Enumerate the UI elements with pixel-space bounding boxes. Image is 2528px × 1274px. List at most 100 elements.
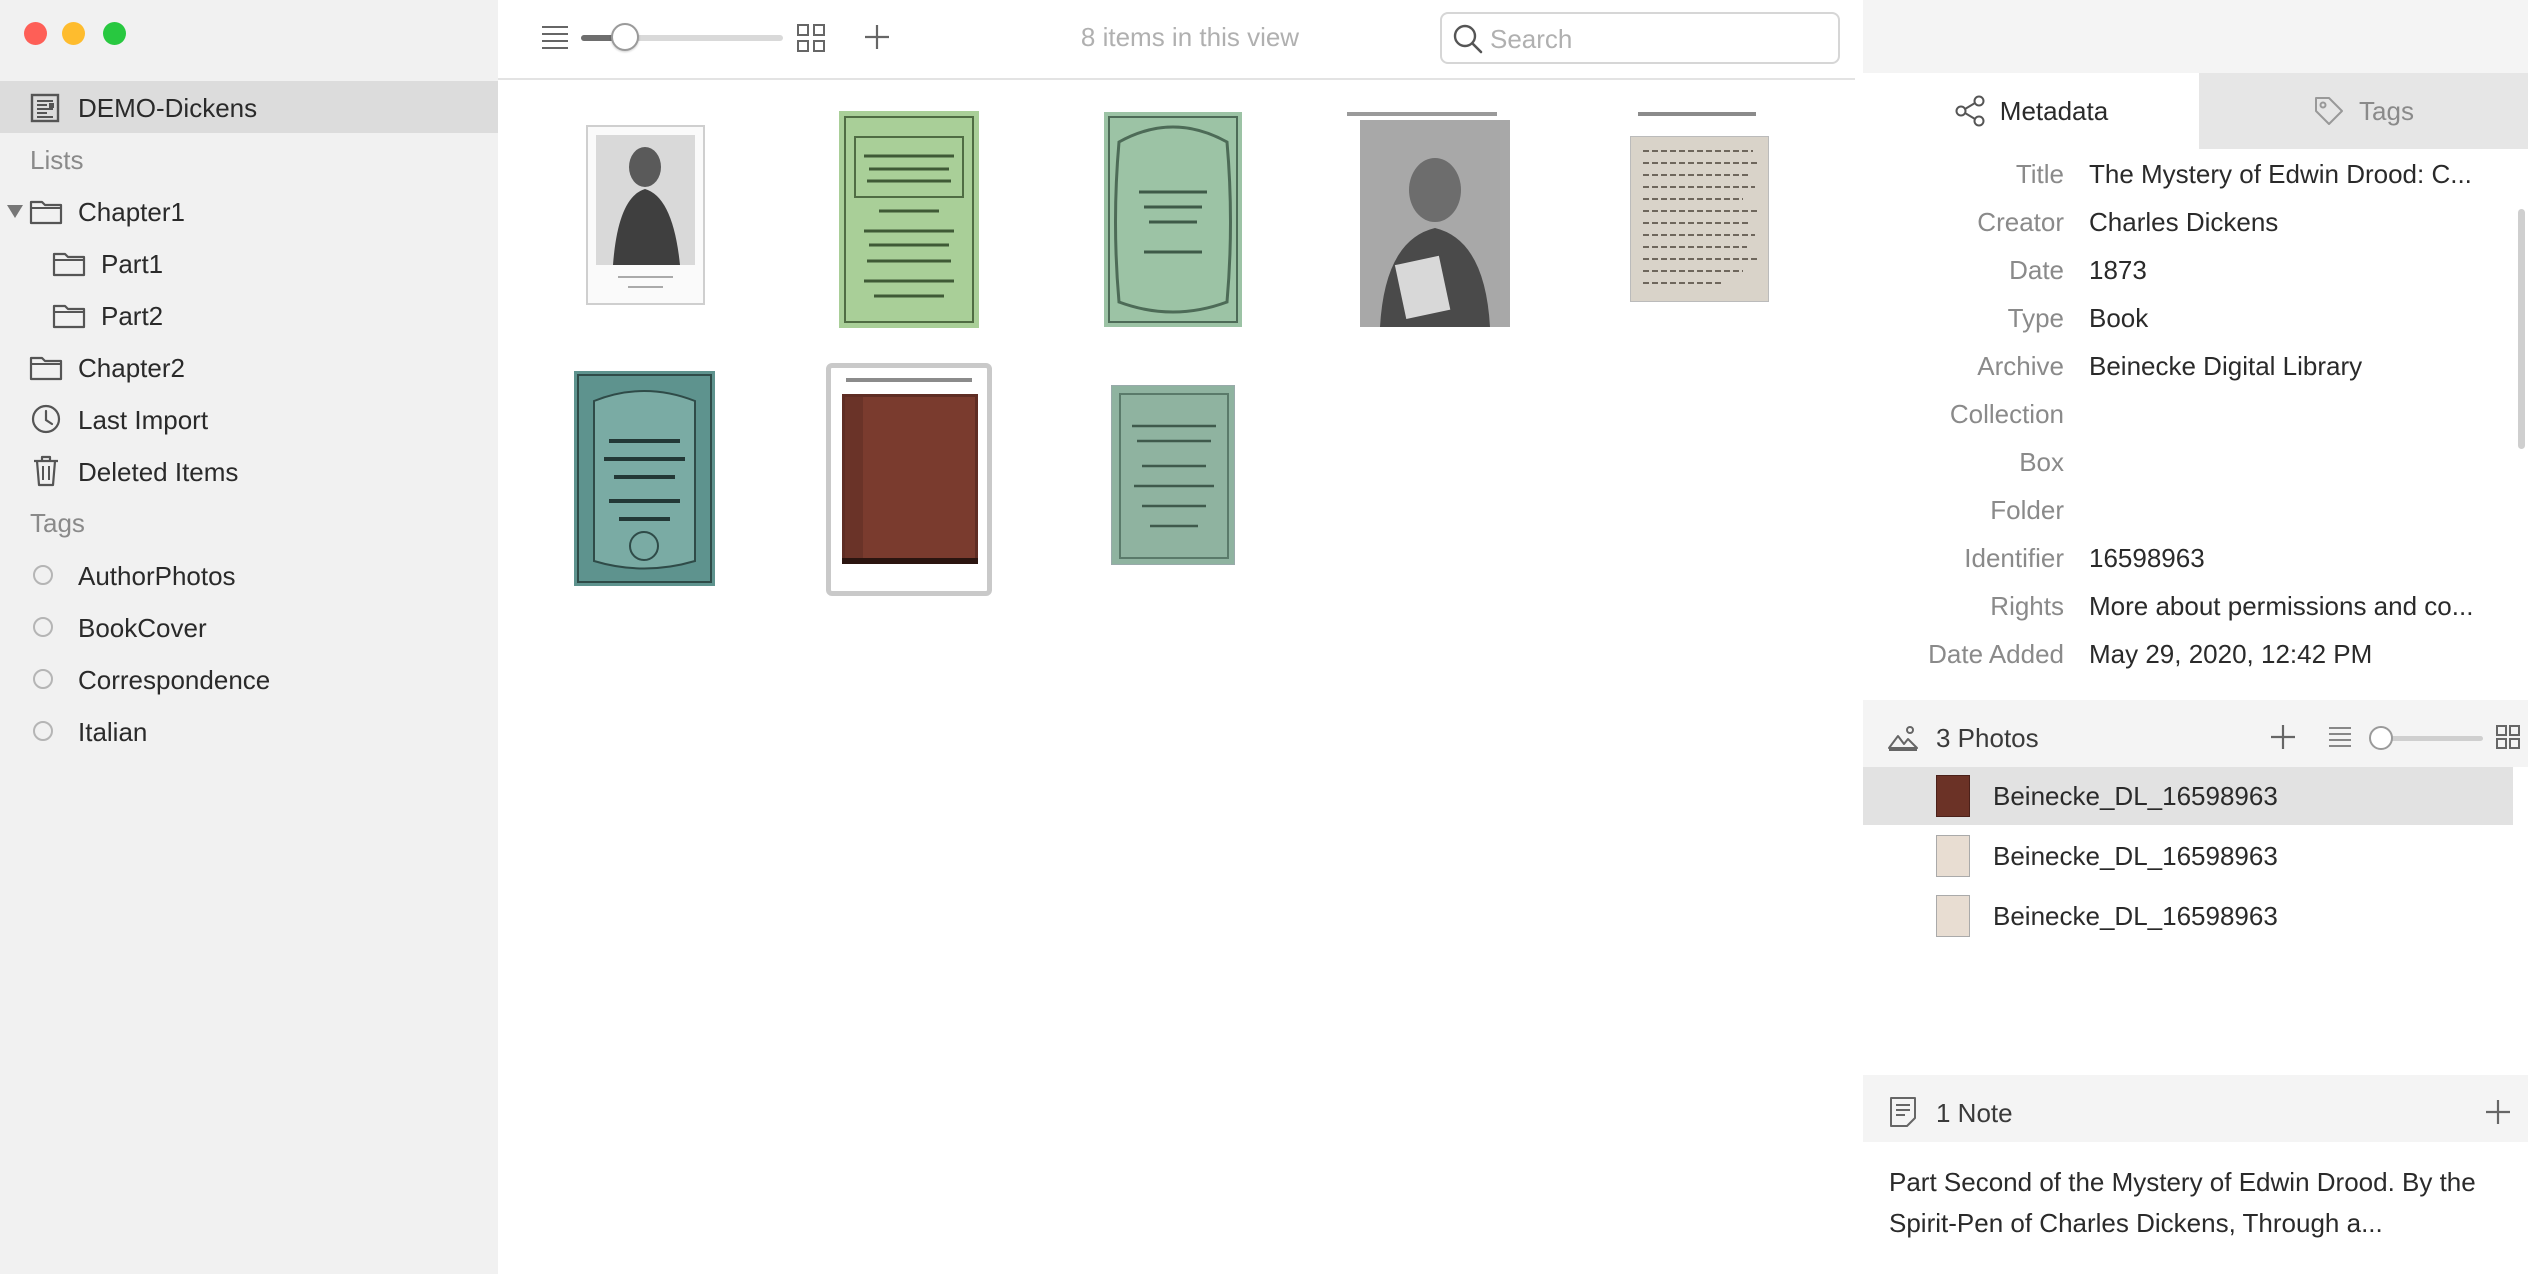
add-photo-icon[interactable] [2268,722,2298,752]
sidebar-item-part2[interactable]: Part2 [0,289,498,341]
sidebar-item-label: BookCover [78,613,207,643]
tag-circle-icon [33,669,53,689]
metadata-key: Collection [1949,399,2064,429]
item-thumbnail-selected[interactable] [826,363,992,596]
lists-heading: Lists [30,145,84,175]
disclosure-triangle-icon[interactable] [7,205,23,218]
sidebar-item-label: AuthorPhotos [78,561,236,591]
sidebar-tag-italian[interactable]: Italian [0,705,498,757]
sidebar-tag-bookcover[interactable]: BookCover [0,601,498,653]
metadata-row-date-added[interactable]: Date Added May 29, 2020, 12:42 PM [1863,639,2528,687]
green-ornate-cover-image [1108,116,1238,323]
metadata-key: Identifier [1964,543,2064,573]
tab-tags-label: Tags [2359,95,2414,126]
search-field[interactable] [1440,12,1840,64]
item-thumbnail[interactable] [839,111,979,328]
green-pamphlet-image [1119,393,1229,559]
sidebar-item-label: Part2 [101,301,164,331]
metadata-value[interactable]: Beinecke Digital Library [2089,351,2494,382]
sidebar-tag-correspondence[interactable]: Correspondence [0,653,498,705]
photo-zoom-slider-knob[interactable] [2369,726,2393,750]
handwritten-letter-image [1643,150,1758,284]
sidebar-item-last-import[interactable]: Last Import [0,393,498,445]
photo-name: Beinecke_DL_16598963 [1993,901,2278,931]
green-drood-cover-image [577,374,712,583]
sidebar-item-part1[interactable]: Part1 [0,237,498,289]
metadata-key: Archive [1977,351,2064,381]
notes-header: 1 Note [1863,1082,2528,1142]
metadata-value[interactable]: Book [2089,303,2494,334]
metadata-row-type[interactable]: Type Book [1863,303,2528,351]
item-thumbnail[interactable] [1111,385,1235,565]
photo-list-item[interactable]: Beinecke_DL_16598963 [1863,887,2513,945]
sidebar-item-label: Last Import [78,405,209,435]
inspector-top-bar [1863,0,2528,74]
photos-list: Beinecke_DL_16598963 Beinecke_DL_1659896… [1863,767,2528,1075]
items-count: 8 items in this view [1080,22,1300,52]
tab-metadata[interactable]: Metadata [1863,73,2199,149]
metadata-row-creator[interactable]: Creator Charles Dickens [1863,207,2528,255]
metadata-key: Date Added [1928,639,2064,669]
photo-list-item[interactable]: Beinecke_DL_16598963 [1863,767,2513,825]
sidebar-item-chapter2[interactable]: Chapter2 [0,341,498,393]
item-thumbnail[interactable] [1630,136,1769,302]
metadata-row-archive[interactable]: Archive Beinecke Digital Library [1863,351,2528,399]
note-preview[interactable]: Part Second of the Mystery of Edwin Droo… [1863,1142,2528,1274]
photo-thumbnail [1936,835,1970,877]
photo-list-view-icon[interactable] [2327,725,2353,749]
metadata-value[interactable]: 1873 [2089,255,2494,286]
tab-tags[interactable]: Tags [2199,73,2528,149]
metadata-value[interactable]: 16598963 [2089,543,2494,574]
add-note-icon[interactable] [2483,1097,2513,1127]
metadata-row-identifier[interactable]: Identifier 16598963 [1863,543,2528,591]
photos-icon [1887,722,1919,752]
close-window-button[interactable] [24,22,47,45]
clock-icon [30,403,62,435]
stack-indicator [846,378,972,382]
item-thumbnail[interactable] [1104,112,1242,327]
metadata-value[interactable]: May 29, 2020, 12:42 PM [2089,639,2494,670]
sidebar-item-deleted-items[interactable]: Deleted Items [0,445,498,497]
metadata-value[interactable]: Charles Dickens [2089,207,2494,238]
tag-circle-icon [33,721,53,741]
metadata-row-box[interactable]: Box [1863,447,2528,495]
tag-circle-icon [33,565,53,585]
add-item-icon[interactable] [862,22,892,52]
metadata-value[interactable]: More about permissions and co... [2089,591,2494,622]
sidebar-tag-authorphotos[interactable]: AuthorPhotos [0,549,498,601]
minimize-window-button[interactable] [62,22,85,45]
metadata-value[interactable]: The Mystery of Edwin Drood: C... [2089,159,2494,190]
folder-icon [52,301,86,329]
stack-indicator [1638,112,1756,116]
photos-header: 3 Photos [1863,707,2528,767]
metadata-row-folder[interactable]: Folder [1863,495,2528,543]
sidebar-item-chapter1[interactable]: Chapter1 [0,185,498,237]
photo-grid-view-icon[interactable] [2495,724,2521,750]
item-thumbnail[interactable] [586,125,705,305]
item-thumbnail[interactable] [1360,120,1510,327]
metadata-scrollbar[interactable] [2518,209,2525,449]
metadata-row-title[interactable]: Title The Mystery of Edwin Drood: C... [1863,159,2528,207]
items-view: 8 items in this view [498,0,1855,1274]
search-input[interactable] [1488,22,1822,56]
metadata-row-date[interactable]: Date 1873 [1863,255,2528,303]
zoom-window-button[interactable] [103,22,126,45]
portrait-painting-image [1360,120,1510,327]
grid-view-icon[interactable] [796,23,826,53]
photo-list-item[interactable]: Beinecke_DL_16598963 [1863,827,2513,885]
photo-thumbnail [1936,775,1970,817]
zoom-slider-knob[interactable] [611,23,639,51]
sidebar-item-project[interactable]: DEMO-Dickens [0,81,498,133]
sidebar: DEMO-Dickens Lists Chapter1 Part1 Part2 … [0,0,498,1274]
list-view-icon[interactable] [540,24,570,50]
green-magazine-cover-image [844,116,974,323]
trash-icon [32,454,60,488]
item-thumbnail[interactable] [574,371,715,586]
metadata-row-rights[interactable]: Rights More about permissions and co... [1863,591,2528,639]
sidebar-item-label: Chapter1 [78,197,185,227]
photo-name: Beinecke_DL_16598963 [1993,841,2278,871]
metadata-key: Title [2015,159,2064,189]
metadata-row-collection[interactable]: Collection [1863,399,2528,447]
folder-icon [29,353,63,381]
note-text: Part Second of the Mystery of Edwin Droo… [1889,1167,2476,1238]
